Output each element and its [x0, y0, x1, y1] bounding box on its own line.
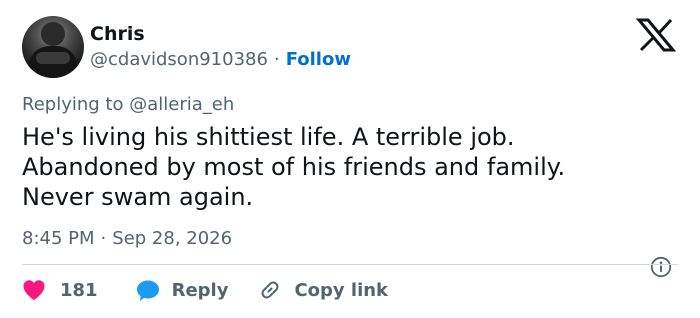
divider — [22, 264, 678, 265]
time-separator: · — [100, 228, 107, 249]
x-logo-icon[interactable] — [636, 18, 676, 52]
author-name[interactable]: Chris — [90, 23, 145, 45]
follow-button[interactable]: Follow — [286, 49, 351, 70]
action-bar: 181 Reply Copy link — [22, 278, 388, 302]
reply-button[interactable]: Reply — [136, 279, 229, 302]
replying-prefix: Replying to — [22, 94, 124, 115]
replying-to: Replying to @alleria_eh — [22, 94, 234, 116]
copy-link-button[interactable]: Copy link — [258, 278, 388, 302]
author-handle-row: @cdavidson910386 · Follow — [90, 49, 351, 71]
tweet-line: He's living his shittiest life. A terrib… — [22, 123, 515, 151]
author-handle[interactable]: @cdavidson910386 — [90, 49, 268, 70]
link-icon — [261, 281, 279, 299]
handle-separator: · — [273, 49, 280, 70]
info-icon[interactable] — [650, 256, 672, 278]
heart-icon — [23, 280, 45, 300]
tweet-line: Abandoned by most of his friends and fam… — [22, 153, 566, 181]
like-button[interactable]: 181 — [22, 279, 98, 301]
replying-mention[interactable]: @alleria_eh — [129, 94, 234, 115]
tweet-text: He's living his shittiest life. A terrib… — [22, 122, 682, 212]
reply-label: Reply — [171, 279, 229, 301]
tweet-line: Never swam again. — [22, 183, 254, 211]
speech-bubble-icon — [136, 280, 159, 301]
copy-link-label: Copy link — [294, 279, 389, 301]
tweet-time: 8:45 PM — [22, 228, 95, 249]
tweet-date: Sep 28, 2026 — [112, 228, 233, 249]
like-count: 181 — [60, 279, 98, 301]
tweet-timestamp[interactable]: 8:45 PM · Sep 28, 2026 — [22, 228, 232, 250]
avatar-head-shape — [41, 22, 65, 46]
avatar-arm-shape — [36, 52, 70, 64]
avatar[interactable] — [22, 16, 84, 78]
